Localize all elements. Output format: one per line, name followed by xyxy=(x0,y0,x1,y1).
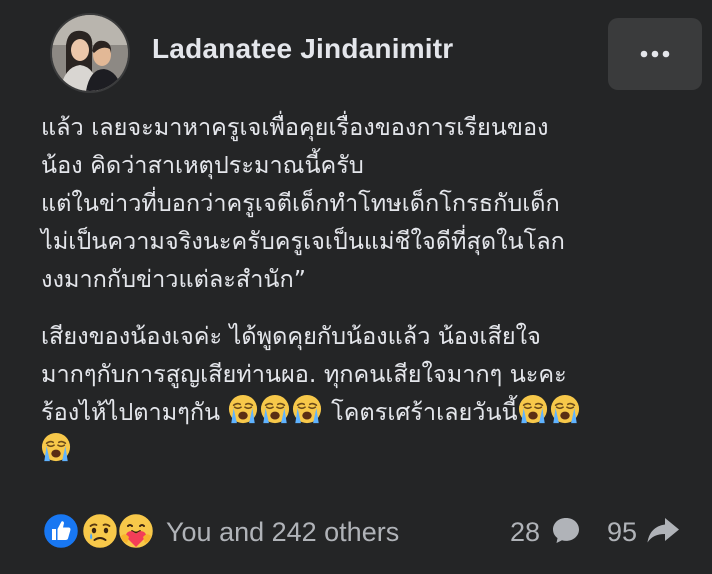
author-avatar[interactable] xyxy=(52,15,128,91)
post-line: ร้องไห้ไปตามๆกัน โคตรเศร้าเลยวันนี้ xyxy=(41,393,691,431)
loudly-crying-face-icon xyxy=(518,394,548,424)
like-icon[interactable] xyxy=(41,511,81,551)
post-paragraph-1: แล้ว เลยจะมาหาครูเจเพื่อคุยเรื่องของการเ… xyxy=(41,108,691,298)
more-options-button[interactable] xyxy=(608,18,702,90)
loudly-crying-face-icon xyxy=(228,394,258,424)
post-body: แล้ว เลยจะมาหาครูเจเพื่อคุยเรื่องของการเ… xyxy=(41,108,691,469)
share-icon[interactable] xyxy=(646,516,680,544)
post-line: งงมากกับข่าวแต่ละสำนัก” xyxy=(41,265,306,293)
post-line: แล้ว เลยจะมาหาครูเจเพื่อคุยเรื่องของการเ… xyxy=(41,113,549,141)
loudly-crying-face-icon xyxy=(260,394,290,424)
post-line: เสียงของน้องเจค่ะ ได้พูดคุยกับน้องแล้ว น… xyxy=(41,322,541,350)
post-paragraph-2: เสียงของน้องเจค่ะ ได้พูดคุยกับน้องแล้ว น… xyxy=(41,317,691,469)
loudly-crying-face-icon xyxy=(41,432,71,462)
post-text-segment: ร้องไห้ไปตามๆกัน xyxy=(41,398,221,426)
post-line: มากๆกับการสูญเสียท่านผอ. ทุกคนเสียใจมากๆ… xyxy=(41,360,567,388)
post-line xyxy=(41,431,691,469)
comment-count[interactable]: 28 xyxy=(510,517,540,548)
share-count[interactable]: 95 xyxy=(607,517,637,548)
care-reaction-icon[interactable] xyxy=(116,511,156,551)
post-text-segment: โคตรเศร้าเลยวันนี้ xyxy=(331,398,518,426)
post-line: แต่ในข่าวที่บอกว่าครูเจตีเด็กทำโทษเด็กโก… xyxy=(41,189,560,217)
post-footer: You and 242 others 28 95 xyxy=(0,505,712,555)
post-line: น้อง คิดว่าสาเหตุประมาณนี้ครับ xyxy=(41,151,364,179)
author-name[interactable]: Ladanatee Jindanimitr xyxy=(152,33,453,65)
post-header: Ladanatee Jindanimitr xyxy=(0,0,712,100)
comment-icon[interactable] xyxy=(551,515,581,545)
more-dots-icon xyxy=(640,50,670,58)
loudly-crying-face-icon xyxy=(550,394,580,424)
loudly-crying-face-icon xyxy=(292,394,322,424)
sad-reaction-icon[interactable] xyxy=(80,511,120,551)
reactions-summary[interactable]: You and 242 others xyxy=(166,517,399,548)
post-line: ไม่เป็นความจริงนะครับครูเจเป็นแม่ชีใจดีท… xyxy=(41,227,565,255)
